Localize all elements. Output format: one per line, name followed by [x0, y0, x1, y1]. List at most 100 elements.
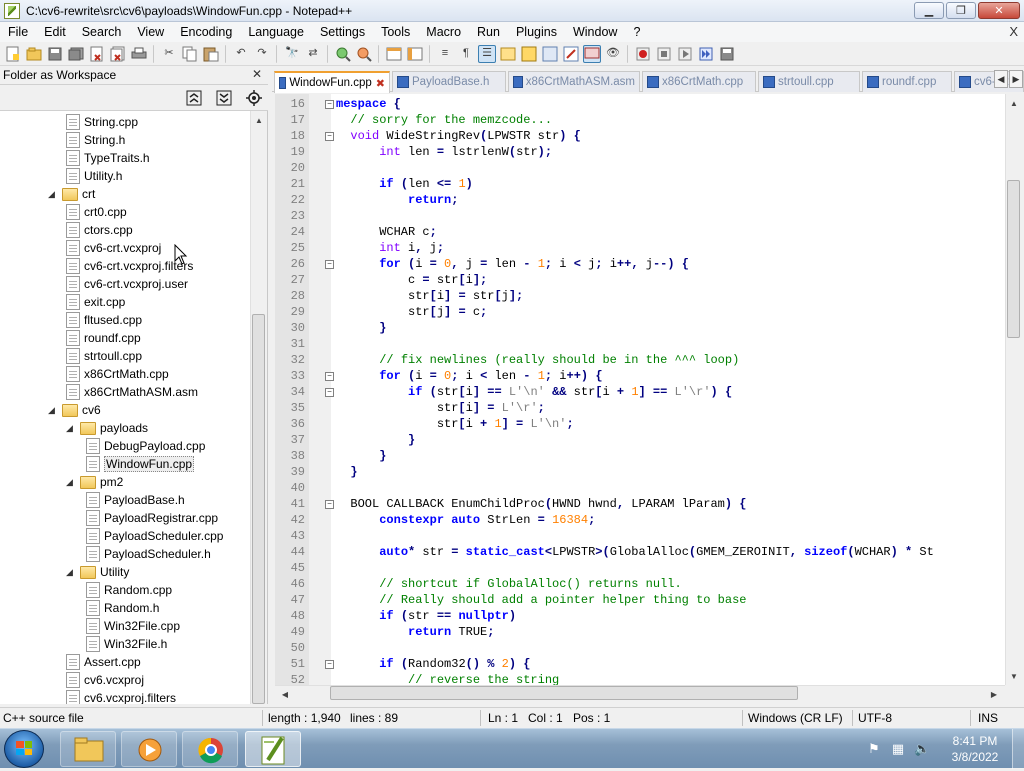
- tree-file[interactable]: TypeTraits.h: [66, 149, 150, 167]
- code-line[interactable]: 36 str[i + 1] = L'\n';: [275, 416, 1005, 432]
- code-line[interactable]: 29 str[j] = c;: [275, 304, 1005, 320]
- collapse-all-icon[interactable]: [185, 89, 203, 107]
- tree-file[interactable]: x86CrtMath.cpp: [66, 365, 169, 383]
- tree-file[interactable]: crt0.cpp: [66, 203, 127, 221]
- editor-hscroll-thumb[interactable]: [330, 686, 798, 700]
- document-tab[interactable]: x86CrtMathASM.asm: [508, 71, 640, 92]
- tree-folder[interactable]: ◢ Utility: [66, 563, 129, 581]
- tree-file[interactable]: Win32File.cpp: [86, 617, 180, 635]
- tree-file[interactable]: PayloadRegistrar.cpp: [86, 509, 218, 527]
- monitor-icon[interactable]: [583, 44, 601, 63]
- menu-encoding[interactable]: Encoding: [172, 22, 240, 42]
- code-line[interactable]: 52 // reverse the string: [275, 672, 1005, 685]
- document-tab[interactable]: PayloadBase.h: [392, 71, 506, 92]
- menu-macro[interactable]: Macro: [418, 22, 469, 42]
- volume-icon[interactable]: 🔈: [914, 741, 930, 757]
- tree-file[interactable]: fltused.cpp: [66, 311, 142, 329]
- document-tab[interactable]: WindowFun.cpp ✖: [274, 71, 390, 93]
- replace-icon[interactable]: ⇄: [304, 45, 322, 63]
- network-icon[interactable]: ▦: [890, 741, 906, 757]
- tab-scroll-right-icon[interactable]: ▶: [1009, 70, 1023, 88]
- expanded-chevron-icon[interactable]: ◢: [48, 405, 58, 416]
- code-line[interactable]: 23: [275, 208, 1005, 224]
- tree-file[interactable]: exit.cpp: [66, 293, 125, 311]
- tree-file[interactable]: Win32File.h: [86, 635, 167, 653]
- indent-guide-icon[interactable]: ☰: [478, 44, 496, 63]
- code-line[interactable]: 48 if (str == nullptr): [275, 608, 1005, 624]
- tree-file[interactable]: roundf.cpp: [66, 329, 141, 347]
- fold-toggle-icon[interactable]: −: [325, 260, 334, 269]
- code-line[interactable]: 22 return;: [275, 192, 1005, 208]
- notepadpp-app-icon[interactable]: [4, 2, 20, 19]
- code-line[interactable]: 34 − if (str[i] == L'\n' && str[i + 1] ==…: [275, 384, 1005, 400]
- code-line[interactable]: 27 c = str[i];: [275, 272, 1005, 288]
- expanded-chevron-icon[interactable]: ◢: [66, 477, 76, 488]
- tree-file[interactable]: Random.cpp: [86, 581, 172, 599]
- menu-edit[interactable]: Edit: [36, 22, 74, 42]
- document-tab[interactable]: strtoull.cpp: [758, 71, 860, 92]
- fold-toggle-icon[interactable]: −: [325, 372, 334, 381]
- code-line[interactable]: 30 }: [275, 320, 1005, 336]
- stop-macro-icon[interactable]: [655, 45, 673, 63]
- folder-workspace-icon[interactable]: [562, 45, 580, 63]
- sync-horizontal-icon[interactable]: [406, 45, 424, 63]
- code-editor[interactable]: 16− mespace {17 // sorry for the memzcode…: [275, 94, 1005, 685]
- scroll-left-icon[interactable]: ◀: [278, 687, 292, 701]
- tree-file[interactable]: cv6.vcxproj.filters: [66, 689, 176, 704]
- tree-file[interactable]: cv6.vcxproj: [66, 671, 144, 689]
- tree-scroll-thumb[interactable]: [252, 314, 265, 704]
- menu-tools[interactable]: Tools: [373, 22, 418, 42]
- expanded-chevron-icon[interactable]: ◢: [48, 189, 58, 200]
- tab-scroll-left-icon[interactable]: ◀: [994, 70, 1008, 88]
- code-line[interactable]: 50: [275, 640, 1005, 656]
- play-macro-icon[interactable]: [676, 45, 694, 63]
- run-macro-multiple-icon[interactable]: [697, 45, 715, 63]
- code-line[interactable]: 20: [275, 160, 1005, 176]
- tree-file[interactable]: WindowFun.cpp: [86, 455, 195, 473]
- code-line[interactable]: 43: [275, 528, 1005, 544]
- scroll-up-icon[interactable]: ▲: [252, 113, 266, 127]
- cut-icon[interactable]: ✂: [160, 45, 178, 63]
- code-line[interactable]: 33 − for (i = 0; i < len - 1; i++) {: [275, 368, 1005, 384]
- doc-map-icon[interactable]: [520, 45, 538, 63]
- tree-file[interactable]: cv6-crt.vcxproj: [66, 239, 161, 257]
- code-line[interactable]: 51 − if (Random32() % 2) {: [275, 656, 1005, 672]
- code-line[interactable]: 28 str[i] = str[j];: [275, 288, 1005, 304]
- save-icon[interactable]: [46, 45, 64, 63]
- tab-close-icon[interactable]: ✖: [376, 77, 385, 90]
- undo-icon[interactable]: ↶: [232, 45, 250, 63]
- menu-view[interactable]: View: [129, 22, 172, 42]
- code-line[interactable]: 42 constexpr auto StrLen = 16384;: [275, 512, 1005, 528]
- save-macro-icon[interactable]: [718, 45, 736, 63]
- menu-search[interactable]: Search: [74, 22, 130, 42]
- code-line[interactable]: 49 return TRUE;: [275, 624, 1005, 640]
- code-line[interactable]: 21 if (len <= 1): [275, 176, 1005, 192]
- scroll-up-icon[interactable]: ▲: [1007, 96, 1021, 110]
- show-all-chars-icon[interactable]: ¶: [457, 45, 475, 63]
- chrome-taskbar-button[interactable]: [182, 731, 238, 767]
- media-player-taskbar-button[interactable]: [121, 731, 177, 767]
- code-line[interactable]: 38 }: [275, 448, 1005, 464]
- fold-toggle-icon[interactable]: −: [325, 660, 334, 669]
- status-encoding[interactable]: UTF-8: [858, 711, 892, 725]
- zoom-out-icon[interactable]: [355, 45, 373, 63]
- document-tab[interactable]: x86CrtMath.cpp: [642, 71, 756, 92]
- record-macro-icon[interactable]: [634, 45, 652, 63]
- code-line[interactable]: 45: [275, 560, 1005, 576]
- code-line[interactable]: 19 int len = lstrlenW(str);: [275, 144, 1005, 160]
- tree-folder[interactable]: ◢ cv6: [48, 401, 101, 419]
- code-line[interactable]: 40: [275, 480, 1005, 496]
- sync-vertical-icon[interactable]: [385, 45, 403, 63]
- tree-file[interactable]: String.cpp: [66, 113, 138, 131]
- fold-toggle-icon[interactable]: −: [325, 500, 334, 509]
- panel-close-button[interactable]: ✕: [250, 67, 264, 81]
- code-line[interactable]: 26 − for (i = 0, j = len - 1; i < j; i++,…: [275, 256, 1005, 272]
- tree-file[interactable]: strtoull.cpp: [66, 347, 142, 365]
- code-line[interactable]: 31: [275, 336, 1005, 352]
- tree-folder[interactable]: ◢ crt: [48, 185, 95, 203]
- tree-file[interactable]: DebugPayload.cpp: [86, 437, 205, 455]
- expanded-chevron-icon[interactable]: ◢: [66, 567, 76, 578]
- scroll-down-icon[interactable]: ▼: [1007, 669, 1021, 683]
- redo-icon[interactable]: ↷: [253, 45, 271, 63]
- new-file-icon[interactable]: [4, 45, 22, 63]
